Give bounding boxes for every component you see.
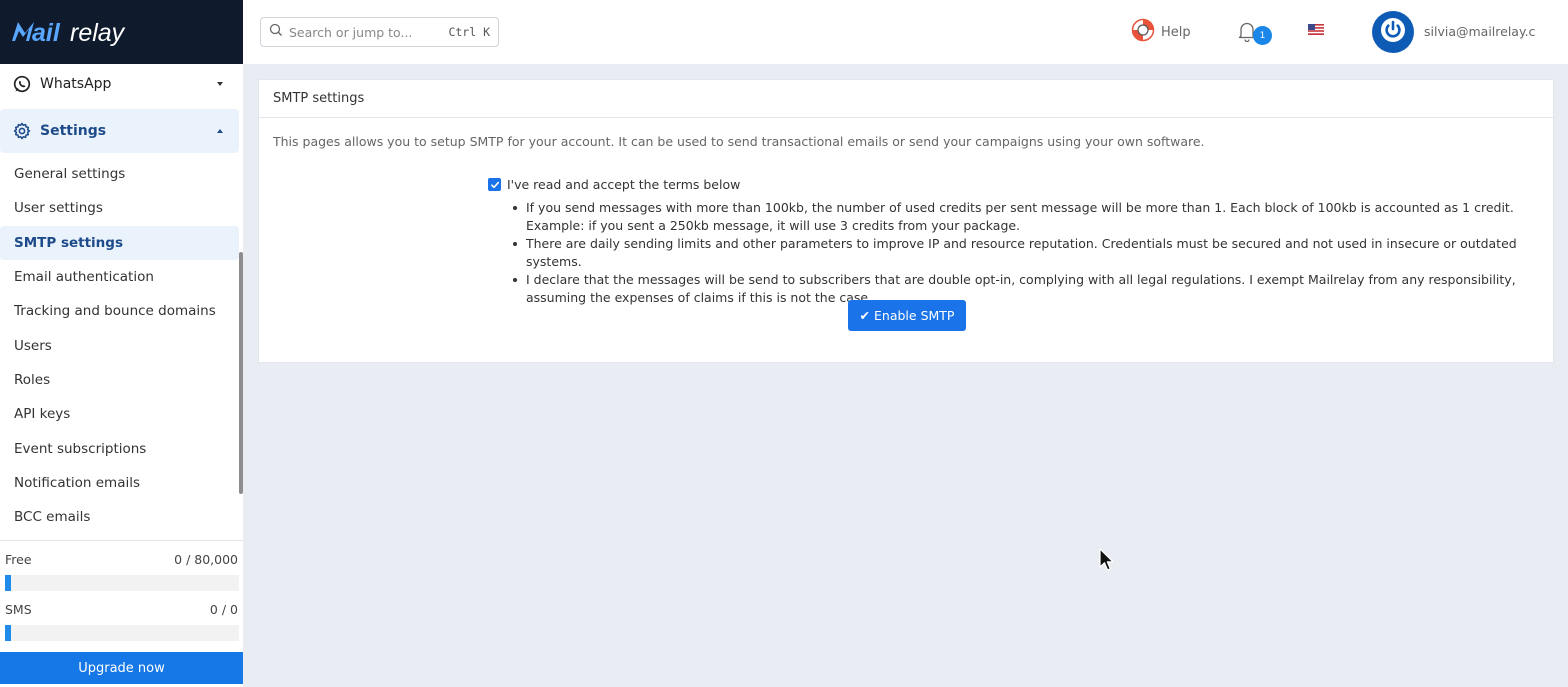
sidebar-group-label: WhatsApp [40, 76, 112, 92]
plan-row-free: Free 0 / 80,000 [0, 552, 243, 572]
sidebar-item-general-settings[interactable]: General settings [0, 157, 239, 191]
plan-name: SMS [5, 602, 32, 617]
notification-badge: 1 [1253, 26, 1272, 45]
sidebar-item-users[interactable]: Users [0, 329, 239, 363]
top-header: Search or jump to... Ctrl K Help 1 silvi… [243, 0, 1568, 64]
logo[interactable]: ail relay [0, 0, 243, 64]
caret-down-icon [217, 82, 223, 86]
terms-item: If you send messages with more than 100k… [511, 199, 1521, 235]
power-icon [1378, 15, 1408, 49]
sidebar-item-user-settings[interactable]: User settings [0, 191, 239, 225]
user-email[interactable]: silvia@mailrelay.com [1424, 24, 1535, 39]
card-description: This pages allows you to setup SMTP for … [273, 134, 1205, 149]
sidebar-item-event-subscriptions[interactable]: Event subscriptions [0, 432, 239, 466]
whatsapp-icon [12, 74, 32, 94]
notifications-button[interactable]: 1 [1237, 20, 1277, 46]
plan-name: Free [5, 552, 32, 567]
card-title: SMTP settings [259, 80, 1553, 118]
enable-smtp-button[interactable]: ✔ Enable SMTP [848, 300, 966, 331]
enable-smtp-label: Enable SMTP [874, 308, 955, 323]
lifebuoy-icon [1131, 18, 1155, 46]
search-shortcut: Ctrl K [448, 25, 490, 39]
sidebar-group-label: Settings [40, 123, 107, 139]
sidebar-item-smtp-settings[interactable]: SMTP settings [0, 226, 239, 260]
help-label: Help [1161, 24, 1191, 40]
terms-accept-row[interactable]: I've read and accept the terms below [488, 177, 740, 192]
sidebar-item-roles[interactable]: Roles [0, 363, 239, 397]
plan-row-sms: SMS 0 / 0 [0, 602, 243, 622]
terms-list: If you send messages with more than 100k… [511, 199, 1521, 307]
checkmark-icon [490, 181, 499, 188]
sidebar-scrollbar[interactable] [239, 252, 243, 494]
sidebar-item-tracking-and-bounce-domains[interactable]: Tracking and bounce domains [0, 294, 239, 328]
plan-usage: Free 0 / 80,000 SMS 0 / 0 Upgrade now [0, 540, 243, 687]
check-icon: ✔ [859, 308, 871, 323]
terms-label: I've read and accept the terms below [507, 177, 741, 192]
avatar[interactable] [1372, 11, 1414, 53]
smtp-settings-card: SMTP settings This pages allows you to s… [258, 79, 1554, 363]
sidebar-item-api-keys[interactable]: API keys [0, 397, 239, 431]
search-input[interactable]: Search or jump to... Ctrl K [260, 17, 499, 47]
help-menu[interactable]: Help [1131, 18, 1197, 46]
caret-up-icon [217, 129, 223, 133]
mouse-cursor-icon [1099, 548, 1115, 576]
plan-usage-value: 0 / 0 [209, 602, 238, 617]
sidebar-item-email-authentication[interactable]: Email authentication [0, 260, 239, 294]
sidebar-item-notification-emails[interactable]: Notification emails [0, 466, 239, 500]
sidebar-item-bcc-emails[interactable]: BCC emails [0, 500, 239, 534]
gear-icon [12, 121, 32, 141]
sidebar-nav: WhatsApp Settings General settings User … [0, 64, 243, 540]
plan-progress-free [5, 575, 239, 591]
sidebar-group-whatsapp[interactable]: WhatsApp [0, 64, 239, 104]
us-flag-icon [1308, 24, 1324, 39]
sidebar-group-settings[interactable]: Settings [0, 109, 239, 153]
svg-text:ail: ail [32, 19, 61, 47]
plan-progress-sms [5, 625, 239, 641]
plan-usage-value: 0 / 80,000 [174, 552, 238, 567]
terms-checkbox[interactable] [488, 178, 501, 191]
mailrelay-logo: ail relay [12, 19, 126, 47]
language-selector[interactable] [1308, 24, 1330, 39]
search-icon [269, 23, 283, 41]
svg-text:relay: relay [70, 19, 126, 47]
terms-item: I declare that the messages will be send… [511, 271, 1521, 307]
upgrade-button[interactable]: Upgrade now [0, 652, 243, 684]
sidebar: ail relay WhatsApp Settings General sett… [0, 0, 243, 687]
terms-item: There are daily sending limits and other… [511, 235, 1521, 271]
plan-progress-fill [5, 575, 11, 591]
search-placeholder: Search or jump to... [289, 24, 413, 40]
plan-progress-fill [5, 625, 11, 641]
